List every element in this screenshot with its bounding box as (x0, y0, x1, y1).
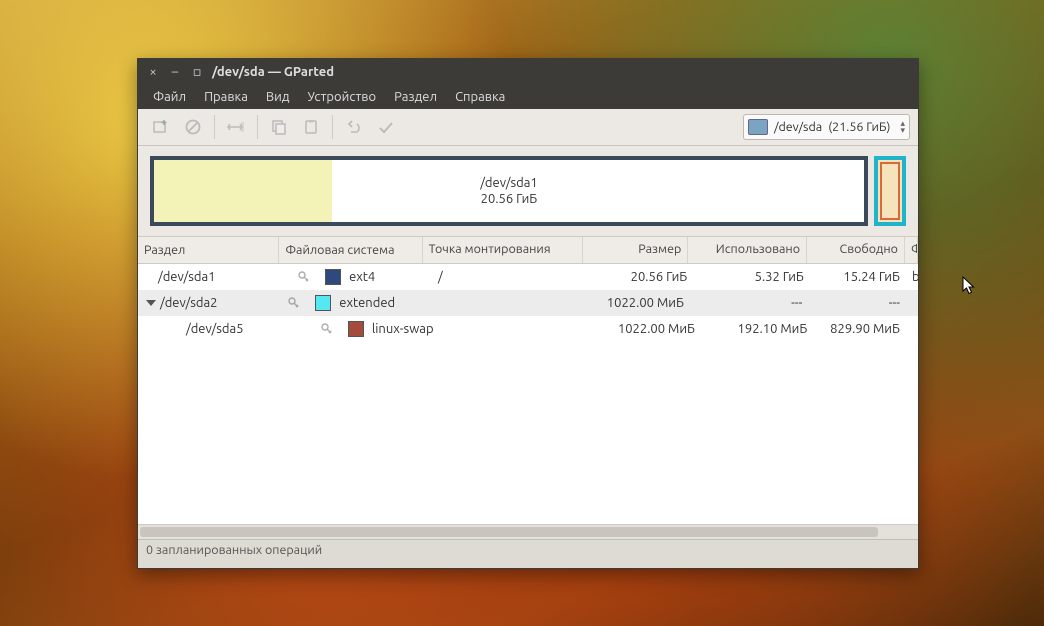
menu-device[interactable]: Устройство (298, 87, 385, 107)
partition-name: /dev/sda1 (158, 270, 216, 284)
fs-color-swatch (348, 321, 364, 337)
gparted-window: × – ▫ /dev/sda — GParted Файл Правка Вид… (137, 58, 919, 569)
disk-selector[interactable]: /dev/sda (21.56 ГиБ) ▴▾ (743, 114, 910, 140)
partition-free: --- (808, 296, 906, 310)
partition-name: /dev/sda5 (186, 322, 244, 336)
col-flags[interactable]: Флаги (905, 237, 918, 263)
undo-icon[interactable] (339, 112, 369, 142)
partition-size: 20.56 ГиБ (590, 270, 694, 284)
col-filesystem[interactable]: Файловая система (279, 237, 422, 263)
col-size[interactable]: Размер (583, 237, 689, 263)
fs-color-swatch (325, 269, 341, 285)
fs-color-swatch (315, 295, 331, 311)
maximize-icon[interactable]: ▫ (190, 65, 204, 80)
toolbar-separator (214, 115, 215, 139)
partition-used: 192.10 МиБ (701, 322, 813, 336)
copy-icon[interactable] (264, 112, 294, 142)
col-free[interactable]: Свободно (807, 237, 905, 263)
partition-name: /dev/sda2 (160, 296, 218, 310)
horizontal-scrollbar[interactable] (138, 524, 918, 539)
partition-used: --- (690, 296, 808, 310)
partition-free: 15.24 ГиБ (810, 270, 906, 284)
filesystem-type: ext4 (349, 270, 375, 284)
table-row[interactable]: /dev/sda5 linux-swap 1022.00 МиБ192.10 МиБ… (138, 316, 918, 342)
menubar: Файл Правка Вид Устройство Раздел Справк… (138, 85, 918, 109)
partition-block-sda1[interactable]: /dev/sda1 20.56 ГиБ (150, 156, 868, 226)
table-header: Раздел Файловая система Точка монтирован… (138, 236, 918, 264)
table-body: /dev/sda1 ext4 /20.56 ГиБ5.32 ГиБ15.24 ГиБ… (138, 264, 918, 524)
partition-block-extended[interactable] (874, 156, 906, 226)
apply-icon[interactable] (371, 112, 401, 142)
delete-icon[interactable] (178, 112, 208, 142)
toolbar-separator (332, 115, 333, 139)
table-row[interactable]: /dev/sda2extended1022.00 МиБ------ (138, 290, 918, 316)
expand-icon[interactable] (146, 300, 156, 306)
menu-partition[interactable]: Раздел (385, 87, 446, 107)
toolbar: /dev/sda (21.56 ГиБ) ▴▾ (138, 109, 918, 146)
partition-size: 1022.00 МиБ (585, 296, 690, 310)
menu-file[interactable]: Файл (144, 87, 195, 107)
minimize-icon[interactable]: – (168, 65, 182, 79)
menu-edit[interactable]: Правка (195, 87, 257, 107)
mount-point: / (432, 270, 590, 284)
toolbar-separator (257, 115, 258, 139)
partition-used: 5.32 ГиБ (693, 270, 810, 284)
menu-help[interactable]: Справка (446, 87, 514, 107)
titlebar[interactable]: × – ▫ /dev/sda — GParted (138, 59, 918, 85)
status-bar: 0 запланированных операций (138, 539, 918, 568)
filesystem-type: extended (339, 296, 395, 310)
partition-size: 1022.00 МиБ (601, 322, 701, 336)
partition-table: Раздел Файловая система Точка монтирован… (138, 236, 918, 539)
menu-view[interactable]: Вид (257, 87, 299, 107)
resize-icon[interactable] (221, 112, 251, 142)
partition-free: 829.90 МиБ (813, 322, 906, 336)
paste-icon[interactable] (296, 112, 326, 142)
col-mount[interactable]: Точка монтирования (423, 237, 583, 263)
lock-icon (287, 296, 301, 310)
col-used[interactable]: Использовано (688, 237, 807, 263)
spinner-icon[interactable]: ▴▾ (900, 120, 905, 134)
partition-flags: boot (906, 270, 918, 284)
cursor-icon (962, 276, 976, 296)
new-partition-icon[interactable] (146, 112, 176, 142)
disk-size: (21.56 ГиБ) (828, 120, 890, 134)
lock-icon (320, 322, 334, 336)
window-title: /dev/sda — GParted (212, 65, 334, 79)
hdd-icon (748, 119, 768, 135)
partition-block-name: /dev/sda1 (154, 175, 864, 191)
lock-icon (297, 270, 311, 284)
partition-block-label: /dev/sda1 20.56 ГиБ (154, 175, 864, 208)
close-icon[interactable]: × (146, 65, 160, 79)
table-row[interactable]: /dev/sda1 ext4 /20.56 ГиБ5.32 ГиБ15.24 ГиБ… (138, 264, 918, 290)
partition-block-size: 20.56 ГиБ (154, 191, 864, 207)
disk-device: /dev/sda (774, 120, 822, 134)
col-partition[interactable]: Раздел (138, 237, 279, 263)
partition-diagram: /dev/sda1 20.56 ГиБ (138, 146, 918, 236)
filesystem-type: linux-swap (372, 322, 434, 336)
